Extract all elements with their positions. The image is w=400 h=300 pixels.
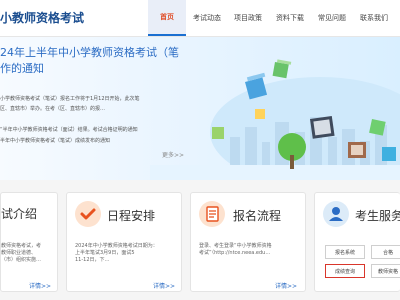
card-text-line: （市）组织实施…	[1, 257, 42, 263]
card-more-link[interactable]: 详情>>	[275, 281, 297, 290]
news-more-link[interactable]: 更多>>	[162, 150, 184, 159]
user-service-icon	[323, 201, 349, 227]
card-title: 报名流程	[233, 209, 282, 223]
card-text-line: 登录、考生登录“中小学教师资格	[199, 243, 272, 249]
banner-illustration	[150, 59, 400, 180]
nav-contact[interactable]: 联系我们	[356, 0, 392, 36]
card-more-link[interactable]: 详情>>	[29, 281, 51, 290]
hero-banner: 24年上半年中小学教师资格考试（笔 作的通知 小学教师资格考试（笔试）报名工作将…	[0, 37, 400, 180]
nav-exam-news[interactable]: 考试动态	[190, 0, 224, 36]
news-item[interactable]: 半年中小学教师资格考试（笔试）成绩发布的通知	[0, 137, 110, 144]
checklist-icon	[199, 201, 225, 227]
registration-process-card[interactable]: 报名流程 登录、考生登录“中小学教师资格 考试”（http://ntce.nee…	[190, 192, 306, 292]
candidate-service-card: 考生服务 报名系统 合格 成绩查询 教师资格	[314, 192, 400, 292]
registration-system-button[interactable]: 报名系统	[325, 245, 365, 259]
news-item[interactable]: 小学教师资格考试（笔试）报名工作将于1月12日开始，此次笔	[0, 95, 140, 102]
qualified-button[interactable]: 合格	[371, 245, 400, 259]
exam-intro-card[interactable]: 试介绍 教师资格考试，考 教师职业道德、 （市）组织实施… 详情>>	[0, 192, 58, 292]
schedule-card[interactable]: 日程安排 2024年中小学教师资格考试日期为： 上半年笔试3月9日，面试5 11…	[66, 192, 182, 292]
score-query-button[interactable]: 成绩查询	[325, 264, 365, 278]
teacher-qualification-button[interactable]: 教师资格	[371, 264, 400, 278]
card-text-line: 教师职业道德、	[1, 250, 37, 256]
card-title: 试介绍	[1, 207, 38, 221]
card-text: 登录、考生登录“中小学教师资格 考试”（http://ntce.neea.edu…	[199, 243, 272, 257]
card-title: 考生服务	[355, 209, 400, 223]
card-text-line: 考试”（http://ntce.neea.edu…	[199, 250, 271, 256]
card-more-link[interactable]: 详情>>	[153, 281, 175, 290]
card-title: 日程安排	[107, 209, 156, 223]
banner-headline[interactable]: 24年上半年中小学教师资格考试（笔 作的通知	[0, 45, 180, 77]
banner-headline-line2: 作的通知	[0, 62, 44, 75]
nav-downloads[interactable]: 资料下载	[272, 0, 308, 36]
news-item[interactable]: “半年中小学教师资格考试（面试）结果。考试合格证明的通知	[0, 126, 138, 133]
nav-faq[interactable]: 常见问题	[314, 0, 350, 36]
card-text: 教师资格考试，考 教师职业道德、 （市）组织实施…	[1, 243, 41, 264]
site-title[interactable]: 小教师资格考试	[0, 9, 84, 26]
checkmark-icon	[75, 201, 101, 227]
banner-headline-line1: 24年上半年中小学教师资格考试（笔	[0, 46, 179, 59]
card-text-line: 教师资格考试，考	[1, 243, 42, 249]
card-text: 2024年中小学教师资格考试日期为： 上半年笔试3月9日，面试5 11-12日，…	[75, 243, 158, 264]
nav-home[interactable]: 首页	[148, 0, 186, 36]
site-header: 小教师资格考试 首页 考试动态 项目政策 资料下载 常见问题 联系我们	[0, 0, 400, 37]
card-text-line: 2024年中小学教师资格考试日期为：	[75, 243, 158, 249]
nav-policy[interactable]: 项目政策	[230, 0, 266, 36]
card-text-line: 11-12日，下…	[75, 257, 110, 263]
news-item[interactable]: 区、直辖市）举办。在考（区、直辖市）的报…	[0, 105, 105, 112]
card-text-line: 上半年笔试3月9日，面试5	[75, 250, 135, 256]
